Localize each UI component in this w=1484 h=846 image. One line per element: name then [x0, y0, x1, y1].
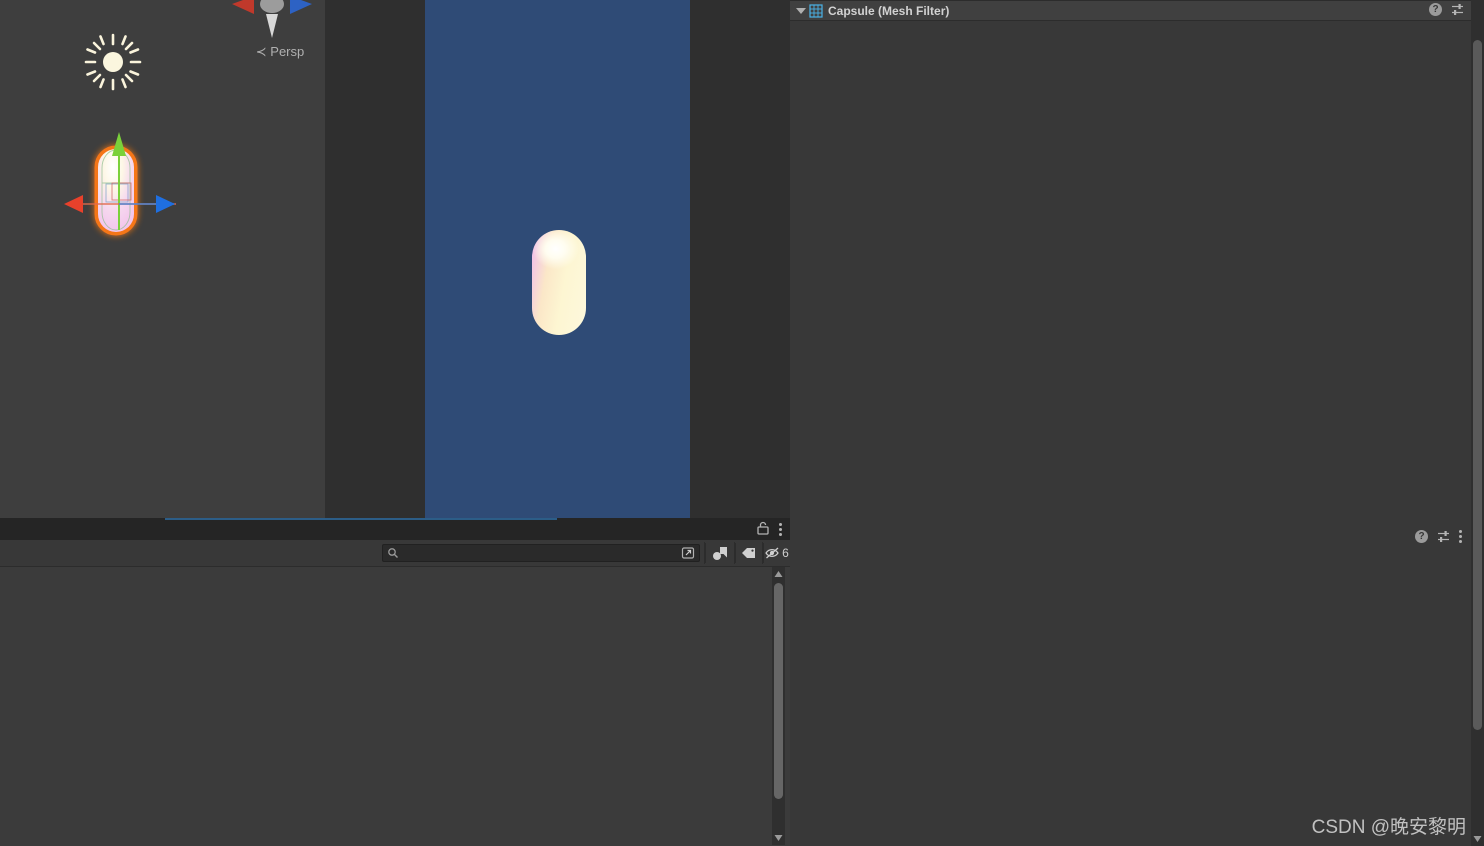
scroll-down-icon [774, 835, 783, 841]
selected-capsule-gizmo[interactable] [36, 120, 266, 290]
perspective-label[interactable]: ≺ Persp [240, 44, 320, 60]
inspector-panel: Capsule (Mesh Filter) ? Mesh [790, 0, 1484, 846]
label-filter-icon [742, 548, 755, 558]
game-view[interactable] [325, 0, 790, 518]
gizmo-z-label: z [315, 0, 320, 2]
project-toolbar: 6 [0, 540, 790, 566]
project-scrollbar[interactable] [772, 567, 785, 845]
kebab-menu-icon[interactable] [779, 523, 782, 536]
package-filter-button[interactable] [705, 543, 734, 563]
scrollbar-thumb[interactable] [774, 583, 783, 799]
kebab-menu-icon[interactable] [1459, 530, 1462, 543]
chevron-left-icon: ≺ [255, 44, 267, 59]
help-icon[interactable]: ? [1415, 530, 1428, 543]
mesh-filter-icon [809, 3, 823, 18]
hidden-objects-icon [765, 547, 779, 559]
active-tab-accent [165, 518, 557, 520]
scrollbar-thumb[interactable] [1473, 40, 1482, 730]
package-filter-icon [712, 546, 727, 560]
label-filter-button[interactable] [735, 543, 762, 563]
csdn-watermark: CSDN @晚安黎明 [1311, 817, 1466, 838]
search-input-wrapper[interactable] [382, 544, 700, 562]
rendered-capsule [532, 230, 586, 335]
component-header-mesh-filter[interactable]: Capsule (Mesh Filter) ? [790, 0, 1484, 21]
project-panel: 6 [0, 518, 790, 846]
scroll-up-icon [774, 571, 783, 577]
game-render-area [425, 0, 690, 518]
save-search-icon[interactable] [681, 546, 695, 560]
lock-icon[interactable] [757, 521, 769, 538]
persp-text: Persp [270, 44, 305, 59]
scroll-down-icon [1473, 836, 1482, 842]
hidden-objects-button[interactable]: 6 [763, 543, 790, 563]
preset-icon[interactable] [1437, 530, 1450, 543]
project-tabbar [0, 518, 790, 540]
hidden-count: 6 [782, 546, 789, 560]
help-icon[interactable]: ? [1429, 3, 1442, 16]
foldout-mesh-filter[interactable] [796, 7, 806, 14]
scene-view[interactable]: x z ≺ Persp [0, 0, 325, 518]
search-input[interactable] [399, 547, 681, 559]
directional-light-icon[interactable] [84, 33, 142, 91]
search-icon [387, 547, 399, 559]
project-body[interactable] [0, 566, 790, 846]
preset-icon[interactable] [1451, 3, 1464, 16]
inspector-scrollbar[interactable] [1471, 0, 1484, 846]
component-title: Capsule (Mesh Filter) [828, 3, 950, 18]
